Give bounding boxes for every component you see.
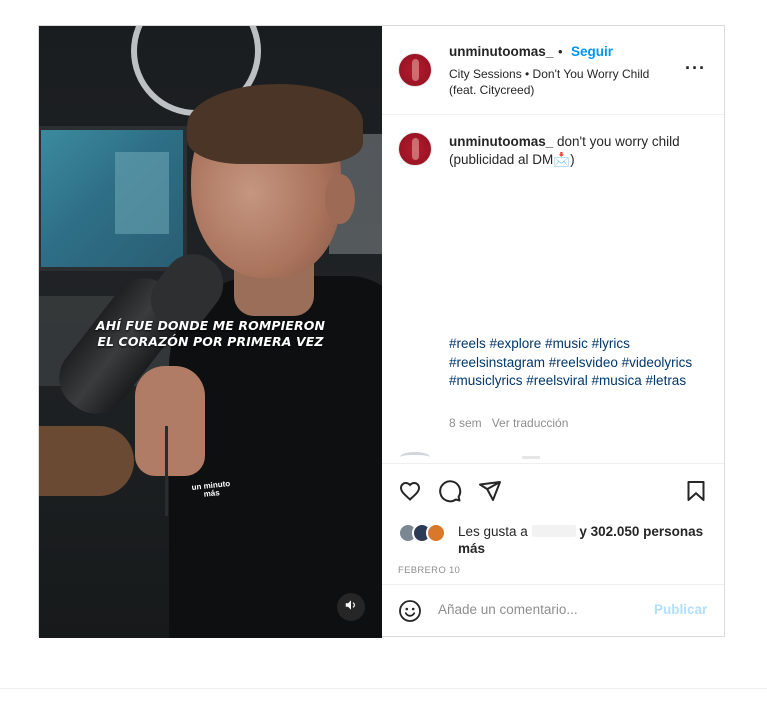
- post-sidebar: unminutoomas_ • Seguir City Sessions • D…: [382, 26, 724, 636]
- post-age: 8 sem: [449, 416, 482, 430]
- header-username[interactable]: unminutoomas_: [449, 44, 553, 59]
- singer-hand: [135, 366, 205, 476]
- likes-prefix: Les gusta a: [458, 524, 528, 539]
- lyric-overlay: AHÍ FUE DONDE ME ROMPIERON EL CORAZÓN PO…: [39, 318, 382, 350]
- avatar[interactable]: [398, 53, 432, 87]
- heart-icon[interactable]: [398, 479, 422, 503]
- caption-meta: 8 sem Ver traducción: [449, 416, 568, 430]
- liker-avatars[interactable]: [398, 523, 454, 545]
- instagram-post: AHÍ FUE DONDE ME ROMPIERON EL CORAZÓN PO…: [38, 25, 725, 638]
- comment-icon[interactable]: [438, 479, 462, 503]
- comment-input[interactable]: [438, 602, 638, 617]
- next-comment-text: [522, 456, 540, 459]
- likes-count[interactable]: Les gusta a y 302.050 personas: [458, 523, 720, 541]
- caption-text: unminutoomas_ don't you worry child (pub…: [449, 133, 709, 169]
- separator-dot: •: [558, 44, 563, 59]
- guitar: [39, 426, 134, 496]
- reel-video[interactable]: AHÍ FUE DONDE ME ROMPIERON EL CORAZÓN PO…: [39, 26, 382, 638]
- lyric-line-2: EL CORAZÓN POR PRIMERA VEZ: [97, 334, 324, 349]
- send-icon[interactable]: [478, 479, 502, 503]
- studio-monitor: [39, 126, 187, 271]
- likes-suffix: y 302.050 personas: [575, 524, 704, 539]
- caption-username[interactable]: unminutoomas_: [449, 134, 553, 149]
- liker-avatar: [426, 523, 446, 543]
- page-divider: [0, 688, 767, 689]
- smiley-icon[interactable]: [398, 599, 422, 623]
- lyric-line-1: AHÍ FUE DONDE ME ROMPIERON: [95, 318, 326, 333]
- next-comment-avatar: [400, 452, 430, 462]
- action-bar: Les gusta a y 302.050 personas más FEBRE…: [382, 463, 724, 584]
- caption-avatar[interactable]: [398, 132, 432, 166]
- speaker-icon: [344, 598, 358, 617]
- add-comment-bar: Publicar: [382, 584, 724, 637]
- mute-button[interactable]: [337, 593, 365, 621]
- singer-ear: [325, 174, 355, 224]
- more-horizontal-icon[interactable]: ···: [685, 59, 706, 77]
- translate-link[interactable]: Ver traducción: [492, 416, 569, 430]
- post-date: FEBRERO 10: [398, 565, 461, 576]
- audio-link-featuring[interactable]: (feat. Citycreed): [449, 83, 534, 97]
- blurred-username: [531, 525, 576, 537]
- follow-button[interactable]: Seguir: [571, 44, 613, 59]
- likes-more: más: [458, 541, 486, 556]
- publish-button[interactable]: Publicar: [654, 602, 707, 617]
- post-header: unminutoomas_ • Seguir City Sessions • D…: [382, 26, 724, 115]
- singer-hair: [187, 84, 363, 164]
- mic-cable: [165, 426, 168, 516]
- hashtags[interactable]: #reels #explore #music #lyrics #reelsins…: [449, 335, 709, 391]
- audio-link[interactable]: City Sessions • Don't You Worry Child: [449, 67, 649, 81]
- bookmark-icon[interactable]: [684, 479, 708, 503]
